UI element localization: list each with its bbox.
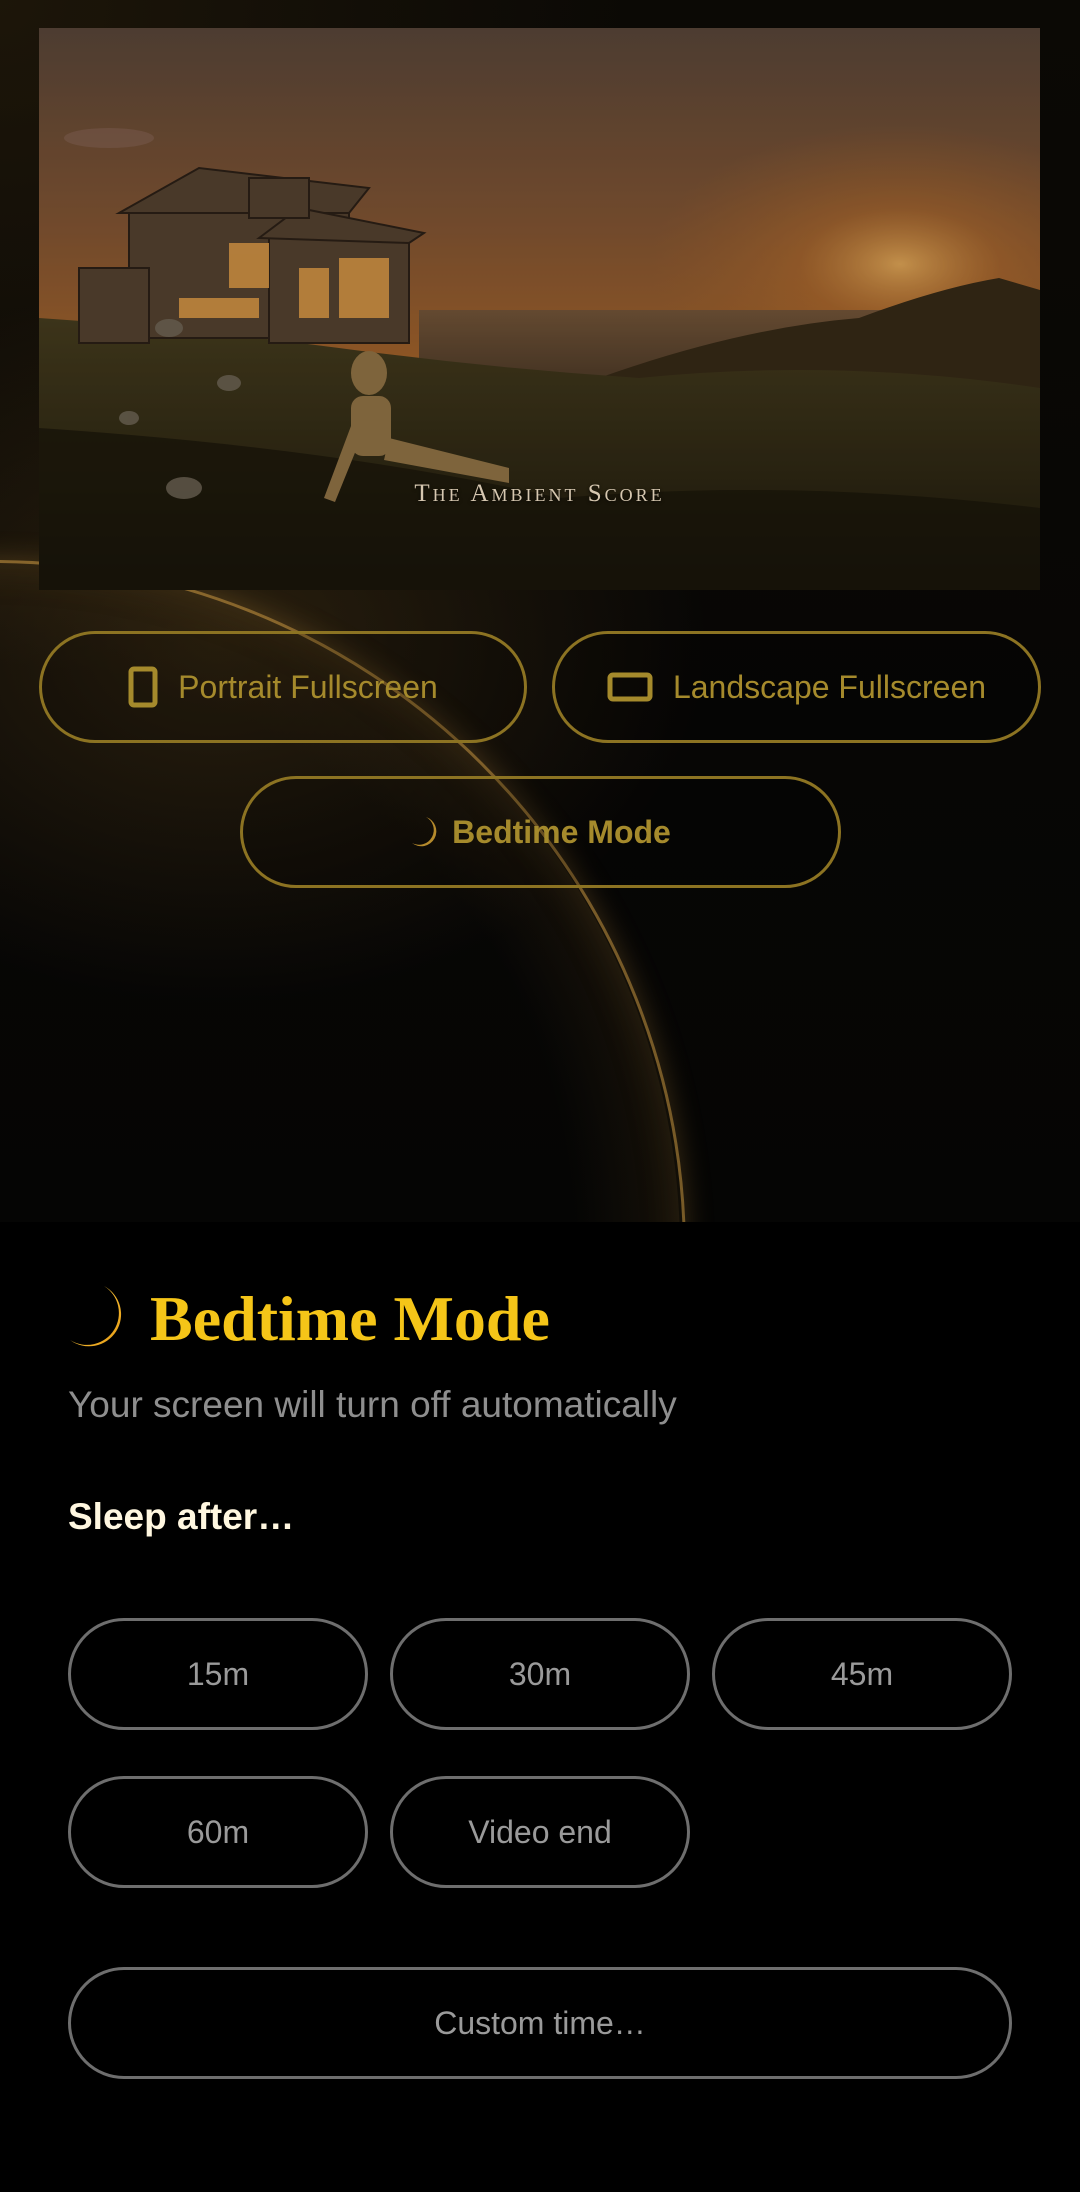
sleep-option-label: 60m	[186, 1813, 250, 1850]
sleep-option-45m[interactable]: 45m	[712, 1618, 1012, 1730]
app-screen: The Ambient Score Portrait Fullscreen La…	[0, 0, 1080, 2192]
portrait-fullscreen-label: Portrait Fullscreen	[178, 668, 438, 705]
bedtime-mode-sheet: Bedtime Mode Your screen will turn off a…	[0, 1222, 1080, 2192]
dimmed-background[interactable]: The Ambient Score Portrait Fullscreen La…	[0, 0, 1080, 1222]
crescent-moon-icon	[68, 1284, 132, 1354]
hero-title: The Ambient Score	[414, 480, 665, 507]
bedtime-mode-label: Bedtime Mode	[452, 813, 671, 850]
landscape-fullscreen-label: Landscape Fullscreen	[672, 668, 987, 705]
sleep-after-label: Sleep after…	[68, 1496, 295, 1537]
landscape-fullscreen-button[interactable]: Landscape Fullscreen	[552, 631, 1041, 743]
sleep-option-label: 45m	[830, 1655, 894, 1692]
sheet-title: Bedtime Mode	[68, 1282, 550, 1356]
portrait-fullscreen-button[interactable]: Portrait Fullscreen	[39, 631, 527, 743]
sleep-option-15m[interactable]: 15m	[68, 1618, 368, 1730]
phone-landscape-icon	[607, 672, 653, 702]
custom-time-label: Custom time…	[434, 2004, 646, 2041]
hero-artwork: The Ambient Score	[39, 28, 1040, 590]
sheet-title-text: Bedtime Mode	[150, 1283, 550, 1354]
sleep-option-30m[interactable]: 30m	[390, 1618, 690, 1730]
sleep-option-label: 30m	[508, 1655, 572, 1692]
sleep-option-60m[interactable]: 60m	[68, 1776, 368, 1888]
sleep-option-label: 15m	[186, 1655, 250, 1692]
bedtime-mode-button[interactable]: Bedtime Mode	[240, 776, 841, 888]
sheet-subtitle: Your screen will turn off automatically	[68, 1384, 677, 1425]
phone-portrait-icon	[128, 666, 158, 708]
sleep-option-label: Video end	[468, 1813, 612, 1850]
custom-time-button[interactable]: Custom time…	[68, 1967, 1012, 2079]
crescent-moon-icon	[410, 815, 440, 849]
sleep-option-video-end[interactable]: Video end	[390, 1776, 690, 1888]
